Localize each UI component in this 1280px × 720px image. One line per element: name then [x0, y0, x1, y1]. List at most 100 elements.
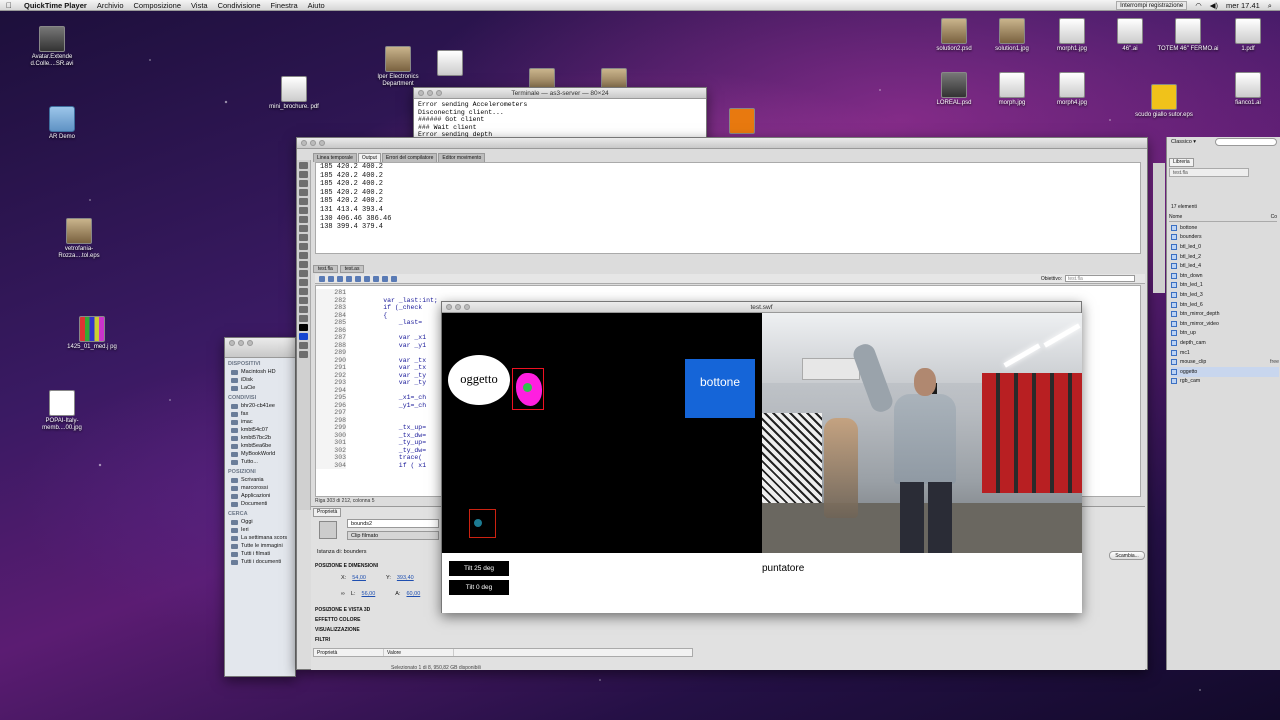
swap-colors-icon[interactable] [299, 342, 308, 349]
sidebar-item-idisk[interactable]: iDisk [225, 376, 295, 384]
minimize-icon[interactable] [455, 304, 461, 310]
x-value[interactable]: 54,00 [352, 575, 366, 581]
sidebar-item-today[interactable]: Oggi [225, 518, 295, 526]
col-name[interactable]: Nome [1169, 214, 1182, 220]
sidebar-item-shared[interactable]: kmbt5ea6be [225, 442, 295, 450]
library-item[interactable]: bounders [1171, 233, 1279, 243]
desktop-icon-solution1[interactable]: solution1.jpg [980, 18, 1044, 53]
minimize-icon[interactable] [310, 140, 316, 146]
menu-composizione[interactable]: Composizione [134, 1, 182, 10]
workspace-switcher[interactable]: Classico ▾ [1171, 139, 1196, 145]
y-value[interactable]: 393,40 [397, 575, 414, 581]
menu-archivio[interactable]: Archivio [97, 1, 124, 10]
eraser-tool-icon[interactable] [299, 297, 308, 304]
subselection-tool-icon[interactable] [299, 171, 308, 178]
zoom-icon[interactable] [319, 140, 325, 146]
tilt-zero-button[interactable]: Tilt 0 deg [449, 580, 509, 595]
sidebar-item-shared[interactable]: fax [225, 410, 295, 418]
library-item[interactable]: mouse_clip free [1171, 357, 1279, 367]
swap-button[interactable]: Scambia... [1109, 551, 1145, 560]
tab-library[interactable]: Libreria [1169, 158, 1194, 167]
sidebar-item-yesterday[interactable]: Ieri [225, 526, 295, 534]
library-item[interactable]: depth_cam [1171, 338, 1279, 348]
library-item[interactable]: btn_led_3 [1171, 290, 1279, 300]
stroke-color-swatch[interactable] [299, 324, 308, 331]
desktop-icon-popai[interactable]: POPAI-Italy-memb....00.jpg [30, 390, 94, 432]
tilt-up-button[interactable]: Tilt 25 deg [449, 561, 509, 576]
target-select[interactable]: test.fla [1065, 275, 1135, 282]
finder-titlebar[interactable] [225, 338, 295, 358]
minimize-icon[interactable] [238, 340, 244, 346]
desktop-icon-morph1[interactable]: morph1.jpg [1040, 18, 1104, 53]
help-icon[interactable] [391, 276, 397, 282]
menu-finestra[interactable]: Finestra [271, 1, 298, 10]
library-item[interactable]: btn_down [1171, 271, 1279, 281]
library-item[interactable]: btl_led_0 [1171, 242, 1279, 252]
menu-condivisione[interactable]: Condivisione [218, 1, 261, 10]
library-item[interactable]: oggetto [1171, 366, 1279, 377]
sidebar-item-shared[interactable]: Tutto... [225, 458, 295, 466]
bottone-button[interactable]: bottone [685, 359, 755, 418]
tab-test-as[interactable]: test.as [339, 265, 365, 273]
apple-menu-icon[interactable]:  [6, 1, 14, 10]
collapse-icon[interactable] [373, 276, 379, 282]
debug-options-icon[interactable] [364, 276, 370, 282]
close-icon[interactable] [446, 304, 452, 310]
volume-icon[interactable]: ◀) [1210, 1, 1218, 10]
terminal-titlebar[interactable]: Terminale — as3-server — 80×24 [414, 88, 706, 99]
library-item[interactable]: btn_led_1 [1171, 281, 1279, 291]
bone-tool-icon[interactable] [299, 270, 308, 277]
sidebar-item-last-week[interactable]: La settimana scors [225, 534, 295, 542]
sidebar-item-all-images[interactable]: Tutte le immagini [225, 542, 295, 550]
lasso-tool-icon[interactable] [299, 198, 308, 205]
fill-color-swatch[interactable] [299, 333, 308, 340]
clock[interactable]: mer 17.41 [1226, 1, 1260, 10]
library-item[interactable]: btn_up [1171, 329, 1279, 339]
stop-recording-button[interactable]: Interrompi registrazione [1116, 1, 1188, 10]
eyedropper-tool-icon[interactable] [299, 288, 308, 295]
sidebar-item-desktop[interactable]: Scrivania [225, 476, 295, 484]
menu-vista[interactable]: Vista [191, 1, 208, 10]
library-item[interactable]: mc1 [1171, 348, 1279, 358]
snap-icon[interactable] [299, 351, 308, 358]
desktop-icon-46ai[interactable]: 46".ai [1098, 18, 1162, 53]
col-linkage[interactable]: Co [1271, 214, 1277, 220]
desktop-icon-pdf[interactable] [418, 50, 482, 78]
pencil-tool-icon[interactable] [299, 243, 308, 250]
sidebar-item-all-documents[interactable]: Tutti i documenti [225, 558, 295, 566]
section-color-effect[interactable]: EFFETTO COLORE [315, 617, 360, 623]
library-item[interactable]: btl_led_2 [1171, 252, 1279, 262]
section-display[interactable]: VISUALIZZAZIONE [315, 627, 360, 633]
zoom-icon[interactable] [464, 304, 470, 310]
rectangle-tool-icon[interactable] [299, 234, 308, 241]
close-icon[interactable] [418, 90, 424, 96]
sidebar-item-home[interactable]: marcorossi [225, 484, 295, 492]
library-item[interactable]: btn_led_6 [1171, 300, 1279, 310]
sidebar-item-shared[interactable]: kmbt54c07 [225, 426, 295, 434]
desktop-icon-morph[interactable]: morph.jpg [980, 72, 1044, 107]
wifi-icon[interactable]: ◠ [1195, 1, 1202, 10]
sidebar-item-lacie[interactable]: LaCie [225, 384, 295, 392]
auto-format-icon[interactable] [346, 276, 352, 282]
desktop-icon-ai[interactable] [710, 108, 774, 136]
text-tool-icon[interactable] [299, 216, 308, 223]
desktop-icon-1pdf[interactable]: 1.pdf [1216, 18, 1280, 53]
free-transform-tool-icon[interactable] [299, 180, 308, 187]
output-panel[interactable]: 185 420.2 400.2 185 420.2 400.2 185 420.… [315, 162, 1141, 254]
desktop-icon-mini-brochure[interactable]: mini_brochure. pdf [262, 76, 326, 111]
desktop-icon-loreal[interactable]: LOREAL.psd [922, 72, 986, 107]
sidebar-item-applications[interactable]: Applicazioni [225, 492, 295, 500]
depth-stage[interactable]: oggetto bottone [442, 313, 762, 553]
tab-motion-editor[interactable]: Editor movimento [438, 153, 486, 162]
col-value[interactable]: Valore [384, 649, 454, 656]
desktop-icon-scudo-giallo[interactable]: scudo giallo sutor.eps [1132, 84, 1196, 119]
add-statement-icon[interactable] [319, 276, 325, 282]
width-value[interactable]: 56,00 [362, 591, 376, 597]
minimize-icon[interactable] [427, 90, 433, 96]
deco-tool-icon[interactable] [299, 261, 308, 268]
sidebar-item-macintosh-hd[interactable]: Macintosh HD [225, 368, 295, 376]
brush-tool-icon[interactable] [299, 252, 308, 259]
link-proportions-icon[interactable]: ∞ [341, 591, 345, 597]
code-hint-icon[interactable] [355, 276, 361, 282]
menu-app-name[interactable]: QuickTime Player [24, 1, 87, 10]
